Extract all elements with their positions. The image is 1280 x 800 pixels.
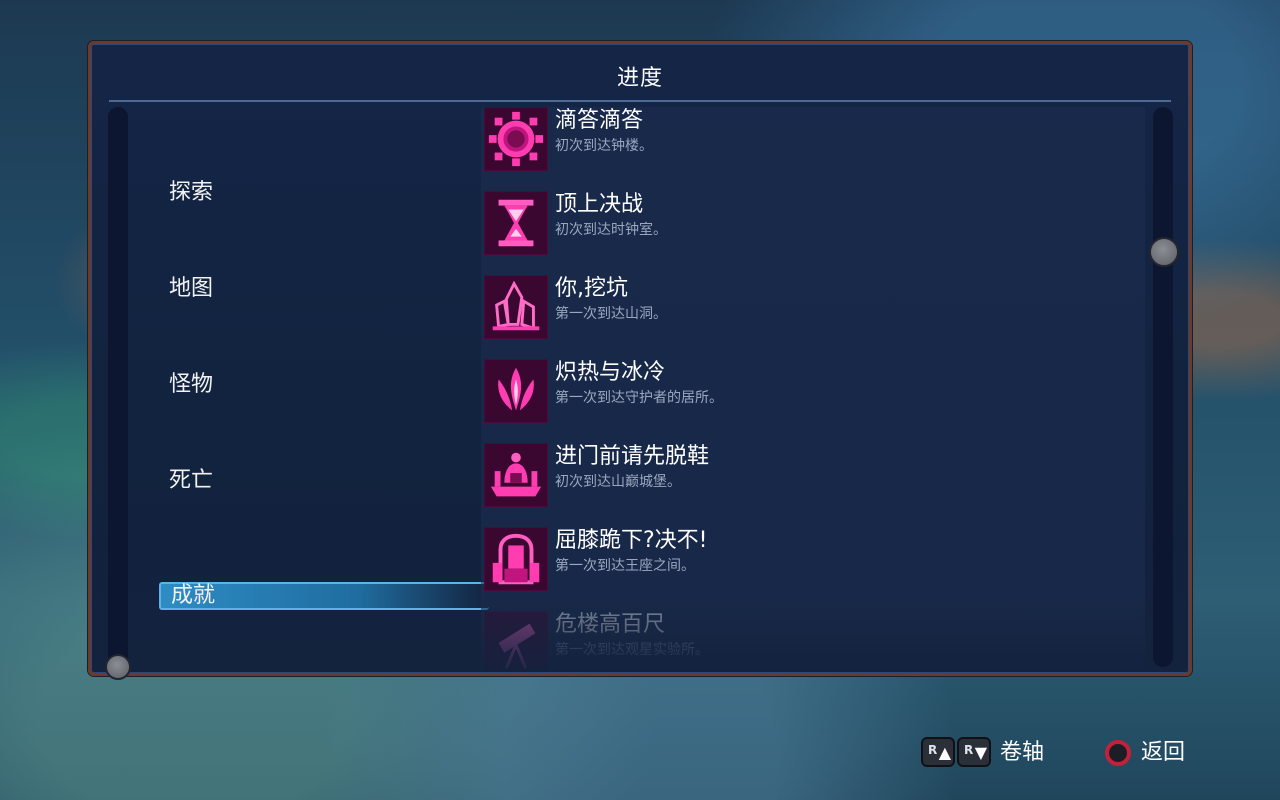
left-scrollbar-track[interactable]	[108, 107, 128, 669]
nav-item-achievements[interactable]: 成就	[159, 582, 489, 610]
list-item: 顶上决战 初次到达时钟室。	[481, 191, 1121, 257]
achievement-desc: 第一次到达山洞。	[555, 306, 667, 322]
scroll-hint-label[interactable]: 卷轴	[1000, 737, 1044, 769]
right-scrollbar-track[interactable]	[1153, 107, 1173, 667]
r-stick-up-icon: R ▲	[921, 737, 955, 767]
nav-item-explore[interactable]: 探索	[169, 178, 213, 208]
flame-icon	[484, 359, 548, 423]
progress-panel: 进度 探索 地图 怪物 死亡 成就 滴答滴答 初次到达钟楼。 顶上决战 初次到达…	[88, 41, 1192, 680]
castle-icon	[484, 443, 548, 507]
r-stick-down-icon: R ▼	[957, 737, 991, 767]
right-scrollbar-thumb[interactable]	[1149, 237, 1179, 267]
nav-item-monsters[interactable]: 怪物	[169, 370, 213, 400]
gear-icon	[484, 107, 548, 171]
left-scrollbar-thumb[interactable]	[105, 654, 131, 680]
list-item: 屈膝跪下?决不! 第一次到达王座之间。	[481, 527, 1121, 593]
achievement-desc: 第一次到达观星实验所。	[555, 642, 709, 658]
r-down-glyph: R	[964, 743, 974, 757]
list-item: 危楼高百尺 第一次到达观星实验所。	[481, 611, 1121, 669]
arrow-down-icon: ▼	[974, 743, 987, 762]
button-hints: R ▲ R ▼ 卷轴 返回	[0, 737, 1280, 773]
list-item: 进门前请先脱鞋 初次到达山巅城堡。	[481, 443, 1121, 509]
achievement-desc: 第一次到达王座之间。	[555, 558, 695, 574]
circle-button-icon	[1105, 740, 1131, 766]
achievement-list[interactable]: 滴答滴答 初次到达钟楼。 顶上决战 初次到达时钟室。 你,挖坑 第一次到达山洞。…	[481, 107, 1145, 669]
nav-item-deaths[interactable]: 死亡	[169, 466, 213, 496]
telescope-icon	[484, 611, 548, 669]
arrow-up-icon: ▲	[938, 743, 951, 762]
achievement-desc: 第一次到达守护者的居所。	[555, 390, 723, 406]
crystal-icon	[484, 275, 548, 339]
achievement-title: 危楼高百尺	[555, 612, 666, 637]
achievement-title: 滴答滴答	[555, 108, 644, 133]
title-divider	[109, 100, 1171, 102]
achievement-title: 你,挖坑	[555, 276, 628, 301]
panel-title: 进度	[616, 66, 663, 91]
achievement-title: 顶上决战	[555, 192, 644, 217]
list-item: 你,挖坑 第一次到达山洞。	[481, 275, 1121, 341]
achievement-desc: 初次到达时钟室。	[555, 222, 667, 238]
achievement-title: 炽热与冰冷	[555, 360, 666, 385]
achievement-desc: 初次到达山巅城堡。	[555, 474, 681, 490]
r-up-glyph: R	[928, 743, 938, 757]
nav-item-map[interactable]: 地图	[169, 274, 213, 304]
list-item: 滴答滴答 初次到达钟楼。	[481, 107, 1121, 173]
list-item: 炽热与冰冷 第一次到达守护者的居所。	[481, 359, 1121, 425]
achievement-title: 进门前请先脱鞋	[555, 444, 710, 469]
hourglass-icon	[484, 191, 548, 255]
achievement-desc: 初次到达钟楼。	[555, 138, 653, 154]
achievement-title: 屈膝跪下?决不!	[555, 528, 708, 553]
back-hint-label[interactable]: 返回	[1141, 737, 1185, 769]
throne-icon	[484, 527, 548, 591]
